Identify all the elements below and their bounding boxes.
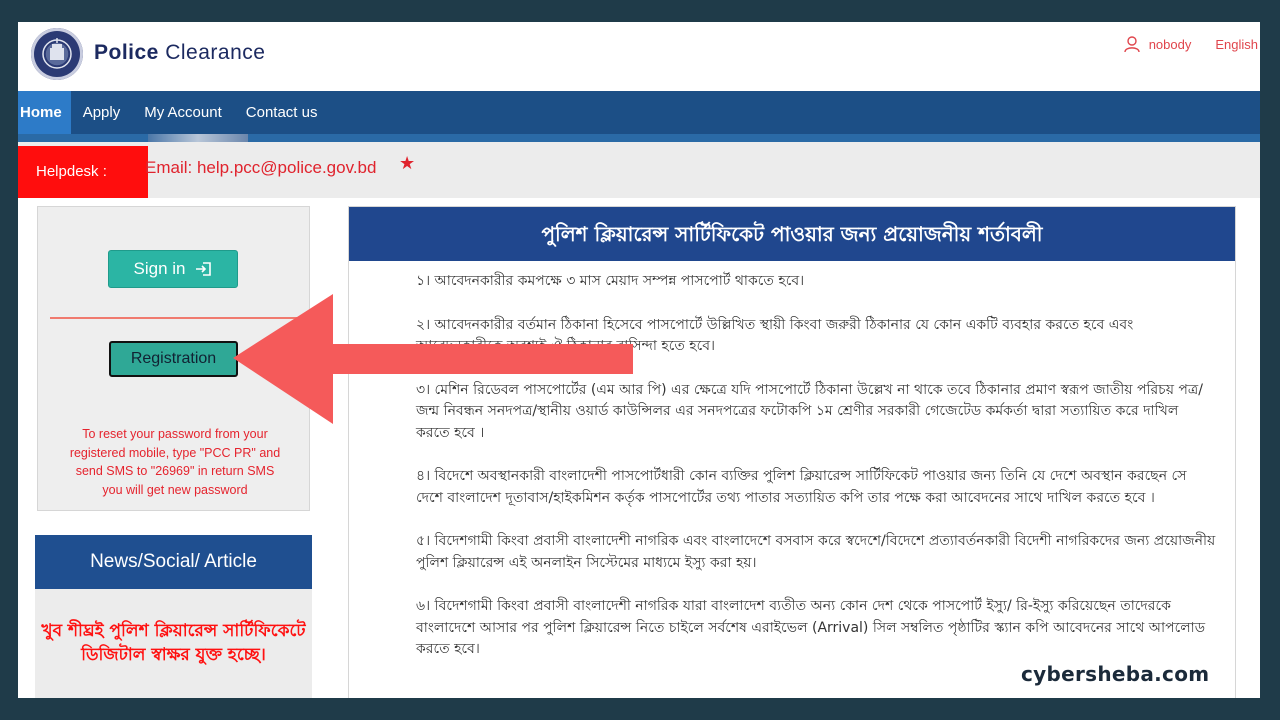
banner-strip (18, 134, 1260, 142)
watermark-text: cybersheba.com (1021, 662, 1210, 686)
term-item: ৬। বিদেশগামী কিংবা প্রবাসী বাংলাদেশী নাগ… (416, 598, 1206, 657)
sign-in-button[interactable]: Sign in (108, 250, 238, 288)
language-switch[interactable]: English (1215, 37, 1258, 52)
sign-in-label: Sign in (133, 259, 186, 278)
terms-list: ১। আবেদনকারীর কমপক্ষে ৩ মাস মেয়াদ সম্পন… (416, 271, 1216, 683)
registration-button[interactable]: Registration (109, 341, 238, 377)
browser-page: Police Clearance nobody English Home App… (18, 22, 1260, 698)
helpdesk-label: Helpdesk : (18, 146, 148, 198)
main-nav: Home Apply My Account Contact us (18, 91, 1260, 134)
news-heading: News/Social/ Article (35, 535, 312, 589)
site-header: Police Clearance nobody English (18, 22, 1260, 91)
banner-photo (148, 134, 248, 142)
nav-home[interactable]: Home (18, 91, 71, 134)
term-item: ৪। বিদেশে অবস্থানকারী বাংলাদেশী পাসপোর্ট… (416, 468, 1187, 506)
police-emblem-icon (42, 38, 72, 69)
helpdesk-email: Email: help.pcc@police.gov.bd (145, 158, 377, 177)
site-brand[interactable]: Police Clearance (94, 41, 265, 65)
brand-rest: Clearance (165, 41, 266, 64)
news-item[interactable]: খুব শীঘ্রই পুলিশ ক্লিয়ারেন্স সার্টিফিকে… (35, 619, 312, 667)
star-icon: ★ (399, 153, 416, 174)
password-reset-info: To reset your password from your registe… (69, 427, 281, 497)
requirements-panel: পুলিশ ক্লিয়ারেন্স সার্টিফিকেট পাওয়ার জ… (348, 206, 1236, 698)
panel-divider (50, 317, 299, 319)
user-icon (1124, 36, 1140, 53)
police-logo[interactable] (31, 28, 83, 80)
login-panel: Sign in Registration To reset your passw… (37, 206, 310, 511)
nav-my-account[interactable]: My Account (132, 91, 234, 134)
news-box: News/Social/ Article খুব শীঘ্রই পুলিশ ক্… (35, 535, 312, 698)
helpdesk-bar: Helpdesk : Email: help.pcc@police.gov.bd… (18, 142, 1260, 198)
term-item: ৩। মেশিন রিডেবল পাসপোর্টের (এম আর পি) এর… (416, 381, 1203, 441)
nav-contact-us[interactable]: Contact us (234, 91, 330, 134)
term-item: ১। আবেদনকারীর কমপক্ষে ৩ মাস মেয়াদ সম্পন… (416, 273, 805, 289)
user-area: nobody English (1123, 32, 1260, 56)
brand-bold: Police (94, 41, 159, 64)
nav-apply[interactable]: Apply (71, 91, 133, 134)
sign-in-icon (196, 262, 212, 276)
term-item: ৫। বিদেশগামী কিংবা প্রবাসী বাংলাদেশী নাগ… (416, 533, 1216, 571)
user-name-link[interactable]: nobody (1149, 37, 1192, 52)
term-item: ২। আবেদনকারীর বর্তমান ঠিকানা হিসেবে পাসপ… (416, 316, 1134, 355)
requirements-heading: পুলিশ ক্লিয়ারেন্স সার্টিফিকেট পাওয়ার জ… (349, 207, 1235, 261)
